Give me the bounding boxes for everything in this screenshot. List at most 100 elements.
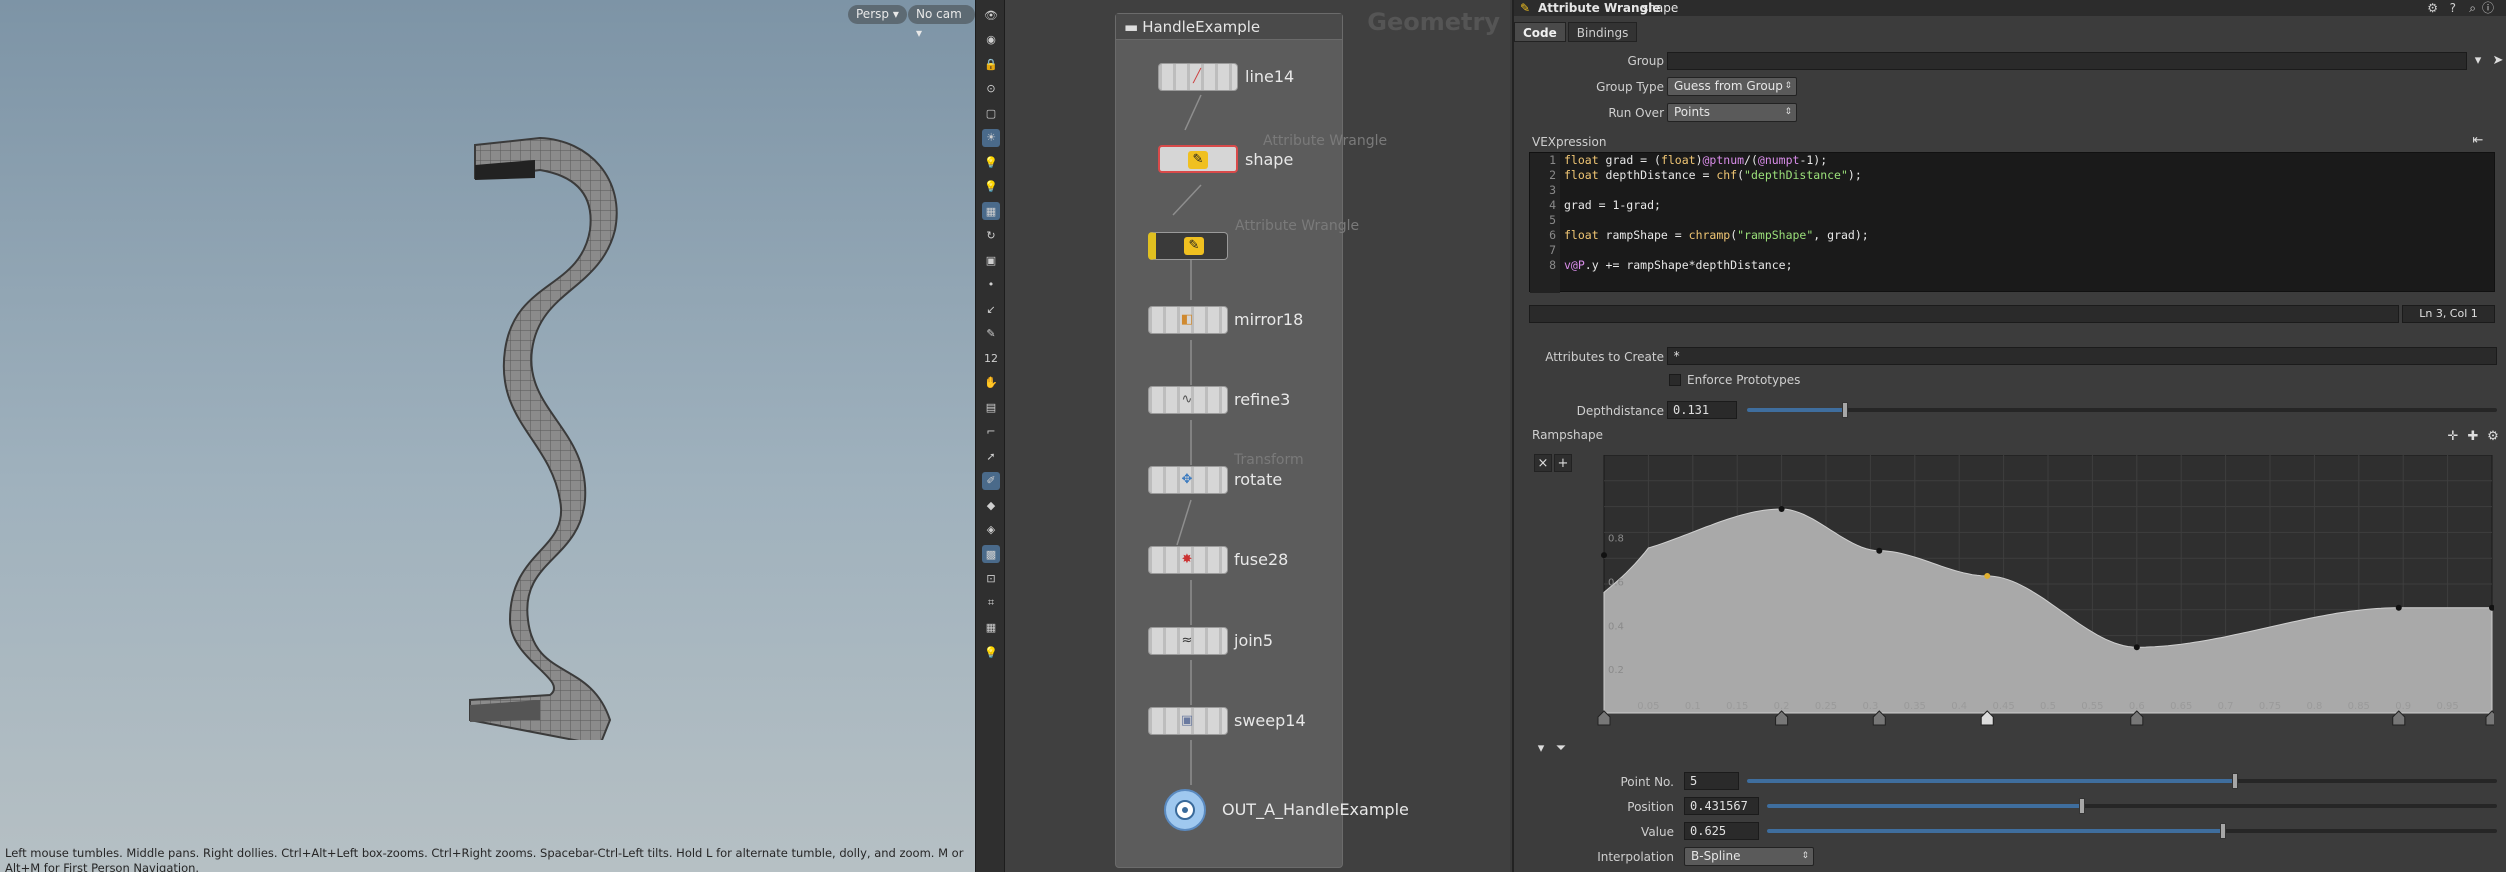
remove-point-icon[interactable]: × bbox=[1534, 454, 1552, 472]
code-line[interactable]: float rampShape = chramp("rampShape", gr… bbox=[1564, 228, 2484, 243]
persp-menu-button[interactable]: Persp ▾ bbox=[848, 5, 907, 24]
camera-menu-button[interactable]: No cam ▾ bbox=[908, 5, 975, 40]
ramp-insert-icon[interactable]: ✚ bbox=[2464, 428, 2482, 446]
ramp-point[interactable] bbox=[2133, 644, 2140, 651]
node-shape[interactable]: ✎ bbox=[1158, 145, 1238, 173]
pointno-label: Point No. bbox=[1620, 775, 1674, 789]
pointno-field[interactable]: 5 bbox=[1684, 772, 1739, 790]
number-icon[interactable]: 12 bbox=[982, 349, 1000, 367]
search-icon[interactable]: ⌕ bbox=[2469, 0, 2476, 16]
run-over-menu[interactable]: Points ⇕ bbox=[1667, 103, 1797, 122]
code-line[interactable] bbox=[1564, 243, 2484, 258]
code-line[interactable] bbox=[1564, 183, 2484, 198]
gear-icon[interactable]: ⚙ bbox=[2484, 428, 2502, 446]
code-lines[interactable]: float grad = (float)@ptnum/(@numpt-1); fl… bbox=[1564, 153, 2484, 273]
node-sweep14[interactable]: ▣ bbox=[1148, 707, 1228, 735]
scene-viewport[interactable]: Persp ▾ No cam ▾ Left mouse tumbles. Mid… bbox=[0, 0, 975, 872]
shading-icon[interactable]: ▩ bbox=[982, 545, 1000, 563]
ramp-point[interactable] bbox=[2395, 604, 2402, 611]
point-icon[interactable]: • bbox=[982, 276, 1000, 294]
snap2-icon[interactable]: ⊡ bbox=[982, 570, 1000, 588]
code-line[interactable] bbox=[1564, 213, 2484, 228]
node-wrangle-bypassed[interactable]: ✎ bbox=[1148, 232, 1228, 260]
tab-bindings[interactable]: Bindings bbox=[1567, 22, 1638, 42]
ruler-icon[interactable]: ⌐ bbox=[982, 423, 1000, 441]
value-slider[interactable] bbox=[1767, 823, 2497, 839]
depth-slider[interactable] bbox=[1747, 402, 2497, 418]
view-icon[interactable]: ◉ bbox=[982, 31, 1000, 49]
pointno-slider-fill bbox=[1747, 779, 2235, 783]
attributes-field[interactable]: * bbox=[1667, 347, 2497, 365]
filter-icon[interactable]: ⏷ bbox=[1552, 740, 1570, 758]
lightbulb-icon[interactable]: 💡 bbox=[982, 153, 1000, 171]
network-editor[interactable]: Geometry ▬ HandleExample ╱ line14 ✎ shape… bbox=[1005, 0, 1510, 872]
group-label: Group bbox=[1627, 54, 1664, 68]
refine-icon: ∿ bbox=[1181, 392, 1193, 407]
pointno-slider-knob[interactable] bbox=[2231, 773, 2238, 789]
code-line[interactable]: v@P.y += rampShape*depthDistance; bbox=[1564, 258, 2484, 273]
pointno-slider[interactable] bbox=[1747, 773, 2497, 789]
persp-label: Persp bbox=[856, 7, 889, 21]
group-field[interactable] bbox=[1667, 52, 2467, 70]
ramp-point[interactable] bbox=[1778, 506, 1785, 513]
ramp-x-tick: 0.95 bbox=[2436, 701, 2458, 712]
ramp-fit-icon[interactable]: ✛ bbox=[2444, 428, 2462, 446]
null-output-icon[interactable] bbox=[1155, 785, 1215, 835]
depth-field[interactable]: 0.131 bbox=[1667, 401, 1737, 419]
scale-icon[interactable]: ⌗ bbox=[982, 594, 1000, 612]
node-line14[interactable]: ╱ bbox=[1158, 63, 1238, 91]
value-slider-knob[interactable] bbox=[2220, 823, 2227, 839]
tumble-icon[interactable]: ↻ bbox=[982, 227, 1000, 245]
grid-icon[interactable]: ▤ bbox=[982, 398, 1000, 416]
position-slider-knob[interactable] bbox=[2079, 798, 2086, 814]
ramp-point[interactable] bbox=[1876, 547, 1883, 554]
camera-icon[interactable]: ▢ bbox=[982, 104, 1000, 122]
sphere-icon[interactable]: ◆ bbox=[982, 496, 1000, 514]
node-rotate[interactable]: ✥ bbox=[1148, 466, 1228, 494]
ramp-point[interactable] bbox=[1601, 552, 1607, 559]
layout-icon[interactable]: ▦ bbox=[982, 619, 1000, 637]
lock-icon[interactable]: 🔒 bbox=[982, 55, 1000, 73]
eye-icon[interactable]: 👁 bbox=[982, 6, 1000, 24]
light-icon[interactable]: ☀ bbox=[982, 128, 1000, 147]
edge-icon[interactable]: ↙ bbox=[982, 300, 1000, 318]
enforce-prototypes-checkbox[interactable] bbox=[1669, 374, 1681, 386]
render-icon[interactable]: ◈ bbox=[982, 521, 1000, 539]
position-slider[interactable] bbox=[1767, 798, 2497, 814]
snap-icon[interactable]: ⊙ bbox=[982, 80, 1000, 98]
node-join5[interactable]: ≈ bbox=[1148, 627, 1228, 655]
expand-icon[interactable]: ⇤ bbox=[2469, 132, 2487, 150]
group-type-menu[interactable]: Guess from Group ⇕ bbox=[1667, 77, 1797, 96]
node-mirror18[interactable]: ◧ bbox=[1148, 306, 1228, 334]
value-field[interactable]: 0.625 bbox=[1684, 822, 1759, 840]
node-fuse28[interactable]: ✸ bbox=[1148, 546, 1228, 574]
select-icon[interactable]: ➚ bbox=[982, 447, 1000, 465]
display-icon[interactable]: ▦ bbox=[982, 202, 1000, 220]
collapse-triangle-icon[interactable]: ▾ bbox=[1532, 740, 1550, 758]
add-point-icon[interactable]: + bbox=[1554, 454, 1572, 472]
tab-code[interactable]: Code bbox=[1514, 22, 1566, 42]
bulb3-icon[interactable]: 💡 bbox=[982, 643, 1000, 661]
ramp-editor[interactable]: 0.20.40.60.80.05 0.1 0.15 0.2 0.25 0.3 0.35 0.4… bbox=[1584, 455, 2494, 740]
group-dropdown-icon[interactable]: ▾ bbox=[2469, 52, 2487, 70]
ramp-point[interactable] bbox=[1984, 572, 1991, 579]
arrow-select-icon[interactable]: ➤ bbox=[2489, 52, 2506, 70]
tool-icon[interactable]: ✐ bbox=[982, 471, 1000, 490]
interpolation-menu[interactable]: B-Spline ⇕ bbox=[1684, 847, 1814, 866]
run-over-value: Points bbox=[1674, 105, 1711, 119]
depth-slider-knob[interactable] bbox=[1842, 402, 1849, 418]
hand-icon[interactable]: ✋ bbox=[982, 374, 1000, 392]
info-icon[interactable]: ⓘ bbox=[2482, 0, 2494, 16]
help-icon[interactable]: ? bbox=[2450, 0, 2456, 16]
node-name[interactable]: shape bbox=[1642, 0, 1678, 16]
node-refine3[interactable]: ∿ bbox=[1148, 386, 1228, 414]
vex-code-editor[interactable]: 12345678 float grad = (float)@ptnum/(@nu… bbox=[1529, 152, 2495, 293]
position-field[interactable]: 0.431567 bbox=[1684, 797, 1759, 815]
code-line[interactable]: float grad = (float)@ptnum/(@numpt-1); bbox=[1564, 153, 2484, 168]
brush-icon[interactable]: ✎ bbox=[982, 325, 1000, 343]
code-line[interactable]: float depthDistance = chf("depthDistance… bbox=[1564, 168, 2484, 183]
code-line[interactable]: grad = 1-grad; bbox=[1564, 198, 2484, 213]
lightbulb2-icon[interactable]: 💡 bbox=[982, 178, 1000, 196]
box-icon[interactable]: ▣ bbox=[982, 251, 1000, 269]
gear-icon[interactable]: ⚙ bbox=[2427, 0, 2438, 16]
